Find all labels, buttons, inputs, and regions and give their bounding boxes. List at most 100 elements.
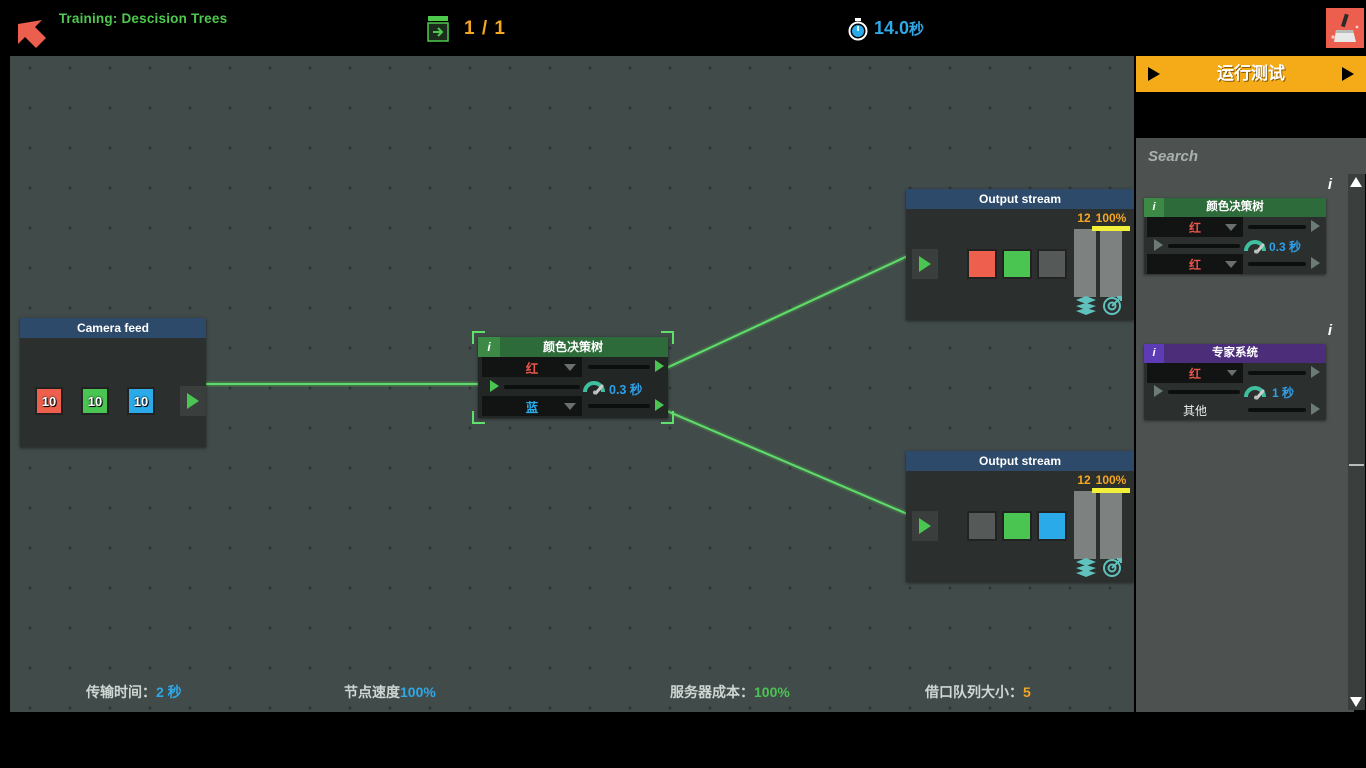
chevron-down-icon	[564, 403, 576, 410]
status-node-speed: 节点速度100%	[344, 682, 436, 702]
stream-percent-bar-1	[1100, 231, 1122, 297]
palette-item-header-2: i 专家系统	[1144, 344, 1326, 363]
output-stream-node-2[interactable]: Output stream 12 100%	[906, 451, 1134, 582]
output-stream-body-1: 12 100%	[906, 209, 1134, 320]
scroll-down-icon[interactable]	[1350, 697, 1362, 707]
stream-percent-label-2: 100%	[1095, 473, 1127, 487]
canvas-status-bar: 传输时间：2 秒 节点速度100% 服务器成本：100% 借口队列大小：5	[10, 672, 1134, 712]
stream-count-bar-1	[1074, 229, 1096, 297]
slot-top-value: 红	[525, 361, 539, 376]
info-icon[interactable]: i	[478, 337, 500, 357]
chevron-down-icon	[564, 364, 576, 371]
palette-item-body-1: 红 0.3 秒 红	[1144, 217, 1326, 274]
node-palette[interactable]: i i 颜色决策树 红 0.3 秒 红 i i 专家系统 红 1 秒 其他	[1136, 174, 1354, 712]
node-speed-label: 节点速度	[344, 684, 400, 700]
target-icon	[1102, 557, 1124, 582]
back-arrow-icon[interactable]	[14, 10, 50, 48]
stream-percent-label-1: 100%	[1095, 211, 1127, 225]
palette-track-bottom-1	[1248, 262, 1306, 266]
palette-slot-top-value-2: 红	[1188, 366, 1201, 381]
target-icon	[1102, 295, 1124, 320]
slot-dropdown-bottom[interactable]: 蓝	[482, 396, 582, 416]
palette-slot-top-value-1: 红	[1188, 220, 1201, 235]
run-test-label: 运行测试	[1217, 64, 1285, 83]
play-right-icon	[1342, 67, 1354, 81]
camera-feed-node[interactable]: Camera feed 10 10 10	[20, 318, 206, 447]
palette-speed-value-2: 1 秒	[1272, 386, 1295, 400]
camera-feed-body: 10 10 10	[20, 338, 206, 447]
server-cost-value: 100%	[754, 684, 790, 700]
search-box[interactable]	[1136, 138, 1366, 174]
input-port-icon	[1153, 385, 1163, 397]
palette-track-top-2	[1248, 371, 1306, 375]
palette-item-body-2: 红 1 秒 其他	[1144, 363, 1326, 420]
palette-input-port-2[interactable]	[1148, 382, 1168, 400]
output-track-bottom	[588, 404, 650, 408]
chevron-down-icon	[1225, 261, 1237, 268]
palette-track-bottom-2	[1248, 408, 1306, 412]
palette-slot-bottom-2[interactable]: 其他	[1147, 400, 1243, 420]
output-stream-input-port-2[interactable]	[912, 511, 938, 541]
slot-bottom-value: 蓝	[525, 400, 539, 415]
layers-icon	[1074, 557, 1098, 582]
transfer-time-label: 传输时间：	[86, 684, 156, 700]
palette-input-track-2	[1168, 390, 1240, 394]
palette-item-expert-system[interactable]: i 专家系统 红 1 秒 其他	[1144, 344, 1326, 420]
output-port-icon	[654, 399, 664, 411]
status-server-cost: 服务器成本：100%	[670, 682, 790, 702]
output-stream-title-1: Output stream	[906, 189, 1134, 209]
header-bar: Training: Descision Trees 1 / 1 14.0秒	[0, 0, 1366, 56]
bottom-bar: ⟨ x3 ⟩ Scheme name : 基础节点 自定义节点	[0, 712, 1366, 768]
slot-dropdown-top[interactable]: 红	[482, 357, 582, 377]
input-port-icon	[489, 380, 499, 392]
palette-output-port-bottom-2[interactable]	[1306, 398, 1324, 420]
decision-node-title: 颜色决策树	[542, 340, 603, 354]
decision-input-port[interactable]	[484, 377, 504, 395]
status-transfer-time: 传输时间：2 秒	[86, 682, 182, 702]
palette-speed-value-1: 0.3 秒	[1269, 240, 1302, 254]
output-port-icon	[187, 393, 199, 409]
camera-feed-title: Camera feed	[20, 318, 206, 338]
decision-output-port-bottom[interactable]	[650, 394, 668, 416]
timer-number: 14.0	[874, 18, 910, 38]
palette-input-port-1[interactable]	[1148, 236, 1168, 254]
search-input[interactable]	[1136, 138, 1366, 174]
stream-chip-gray-1	[1037, 249, 1067, 279]
palette-slot-bottom-1[interactable]: 红	[1147, 254, 1243, 274]
right-sidebar: 运行测试 i i 颜色决策树 红	[1136, 56, 1366, 712]
palette-output-port-top-2[interactable]	[1306, 361, 1324, 383]
palette-output-port-top-1[interactable]	[1306, 215, 1324, 237]
queue-size-label: 借口队列大小：	[925, 684, 1023, 700]
broom-cleanup-icon[interactable]	[1326, 8, 1364, 48]
info-icon[interactable]: i	[1144, 344, 1164, 363]
chevron-down-icon	[1227, 370, 1237, 376]
scrollbar-divider	[1349, 464, 1364, 466]
run-test-button[interactable]: 运行测试	[1136, 56, 1366, 92]
decision-tree-node[interactable]: i 颜色决策树 红 0.3 秒 蓝	[472, 331, 674, 424]
camera-feed-output-port[interactable]	[180, 386, 206, 416]
palette-slot-top-1[interactable]: 红	[1147, 217, 1243, 237]
palette-slot-top-2[interactable]: 红	[1147, 363, 1243, 383]
palette-track-top-1	[1248, 225, 1306, 229]
output-stream-input-port-1[interactable]	[912, 249, 938, 279]
palette-info-icon-1[interactable]: i	[1328, 176, 1332, 193]
palette-output-port-bottom-1[interactable]	[1306, 252, 1324, 274]
timer-value: 14.0秒	[874, 18, 924, 39]
output-port-icon	[1310, 403, 1320, 415]
output-stream-node-1[interactable]: Output stream 12 100%	[906, 189, 1134, 320]
info-icon[interactable]: i	[1144, 198, 1164, 217]
palette-scrollbar[interactable]	[1348, 174, 1365, 710]
speedometer-icon	[1244, 382, 1266, 405]
chip-red: 10	[35, 387, 63, 415]
stream-count-bar-2	[1074, 491, 1096, 559]
stage-counter: 1 / 1	[464, 18, 506, 39]
speedometer-icon	[1244, 236, 1266, 259]
status-queue-size: 借口队列大小：5	[925, 682, 1031, 702]
chip-green: 10	[81, 387, 109, 415]
decision-output-port-top[interactable]	[650, 355, 668, 377]
stream-percent-bar-2	[1100, 493, 1122, 559]
palette-info-icon-2[interactable]: i	[1328, 322, 1332, 339]
scroll-up-icon[interactable]	[1350, 177, 1362, 187]
palette-item-color-decision-tree[interactable]: i 颜色决策树 红 0.3 秒 红	[1144, 198, 1326, 274]
node-graph-canvas[interactable]: Camera feed 10 10 10 i 颜色决策树 红 0.3 秒 蓝 O…	[10, 56, 1134, 712]
